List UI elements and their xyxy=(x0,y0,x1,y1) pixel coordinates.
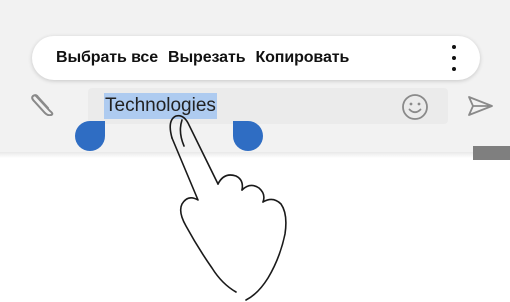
smiley-icon[interactable] xyxy=(401,93,429,121)
text-selection-menu: Выбрать все Вырезать Копировать xyxy=(32,36,480,80)
copy-button[interactable]: Копировать xyxy=(255,49,349,67)
send-icon[interactable] xyxy=(466,95,494,117)
selection-start-handle[interactable] xyxy=(75,121,105,151)
finger-tap-icon xyxy=(169,114,287,301)
paperclip-icon[interactable] xyxy=(30,92,58,116)
cut-button[interactable]: Вырезать xyxy=(168,49,246,67)
more-vertical-icon[interactable] xyxy=(448,45,460,71)
select-all-button[interactable]: Выбрать все xyxy=(56,49,158,67)
side-tab xyxy=(473,146,510,160)
